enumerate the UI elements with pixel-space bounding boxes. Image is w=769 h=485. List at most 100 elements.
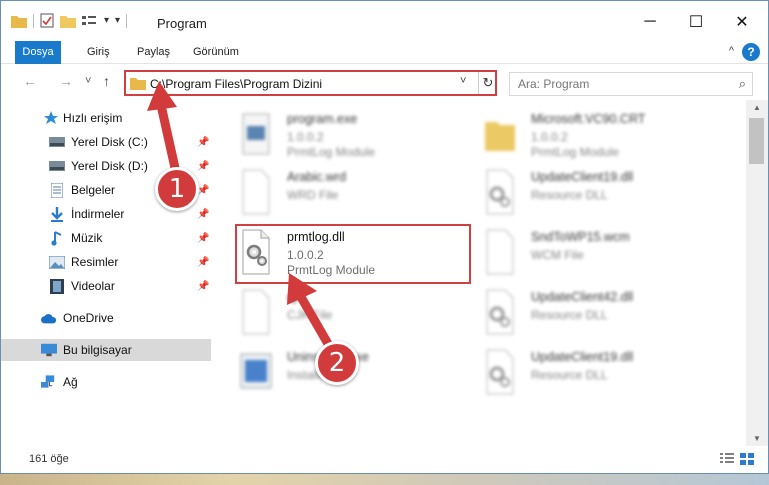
tab-dosya[interactable]: Dosya (15, 41, 61, 64)
help-icon[interactable]: ? (742, 43, 760, 61)
sidebar-item-label: Yerel Disk (C:) (71, 135, 148, 149)
refresh-button[interactable]: ↻ (478, 72, 497, 94)
toolbar-separator (33, 13, 34, 28)
file-item[interactable]: UpdateClient19.dll Resource DLL (481, 346, 721, 400)
blank-file-icon (242, 289, 270, 335)
new-folder-icon[interactable] (60, 14, 76, 28)
blank-file-icon (242, 169, 270, 215)
sidebar-item-local-disk-c[interactable]: Yerel Disk (C:) 📌 (1, 131, 211, 153)
tab-paylas[interactable]: Paylaş (127, 41, 180, 64)
videos-icon (49, 278, 65, 294)
dll-icon (486, 169, 514, 215)
forward-button[interactable]: → (59, 73, 73, 89)
quick-access-caret-icon[interactable]: ▾ (115, 15, 120, 26)
scroll-down-icon[interactable]: ▼ (746, 434, 768, 443)
search-input[interactable]: Ara: Program ⌕ (509, 72, 753, 96)
file-name: UpdateClient19.dll (531, 170, 634, 184)
minimize-button[interactable]: ─ (627, 9, 673, 35)
sidebar-item-quick-access[interactable]: Hızlı erişim (1, 107, 211, 129)
file-item[interactable]: cjk CJK File (237, 286, 477, 340)
file-item[interactable]: UpdateClient42.dll Resource DLL (481, 286, 721, 340)
dll-icon (486, 289, 514, 335)
pictures-icon (49, 254, 65, 270)
close-button[interactable]: ✕ (719, 9, 765, 35)
file-item[interactable]: Microsoft.VC90.CRT 1.0.0.2 PrmtLog Modul… (481, 108, 721, 162)
file-detail: WRD File (287, 188, 339, 202)
file-detail: WCM File (531, 248, 584, 262)
sidebar-item-onedrive[interactable]: OneDrive (1, 307, 211, 329)
file-detail: Resource DLL (531, 368, 608, 382)
file-detail: 1.0.0.2 (287, 130, 324, 144)
file-name: program.exe (287, 112, 358, 126)
back-button[interactable]: ← (23, 73, 37, 89)
file-detail: Resource DLL (531, 188, 608, 202)
up-button[interactable]: ↑ (103, 73, 110, 89)
sidebar-item-label: Müzik (71, 231, 103, 245)
file-name: UpdateClient42.dll (531, 290, 634, 304)
customize-dropdown-icon[interactable]: ▾ (104, 15, 109, 26)
file-item[interactable]: UpdateClient19.dll Resource DLL (481, 166, 721, 220)
item-count: 161 öğe (29, 453, 69, 465)
title-bar: ▾ ▾ Program ─ ☐ ✕ (1, 1, 768, 41)
download-icon (49, 206, 65, 222)
folder-icon (130, 78, 146, 90)
view-options-icon[interactable] (82, 14, 98, 28)
sidebar-item-label: Resimler (71, 255, 119, 269)
sidebar-item-label: Videolar (71, 279, 115, 293)
onedrive-icon (41, 310, 57, 326)
scroll-up-icon[interactable]: ▲ (746, 103, 768, 112)
sidebar-item-ag[interactable]: Ağ (1, 371, 211, 393)
window-title: Program (157, 16, 207, 31)
blank-file-icon (486, 229, 514, 275)
recent-locations-icon[interactable]: ˅ (85, 75, 91, 87)
pin-icon[interactable]: 📌 (197, 281, 209, 292)
address-path[interactable]: C:\Program Files\Program Dizini (150, 77, 322, 91)
toolbar-separator (126, 13, 128, 28)
sidebar-item-label: Hızlı erişim (63, 111, 123, 125)
details-view-icon[interactable] (720, 453, 734, 465)
pin-icon[interactable]: 📌 (197, 209, 209, 220)
properties-icon[interactable] (40, 13, 54, 28)
collapse-ribbon-icon[interactable]: ^ (729, 45, 734, 57)
network-icon (41, 374, 57, 390)
folder-icon (11, 15, 27, 28)
pin-icon[interactable]: 📌 (197, 233, 209, 244)
pin-icon[interactable]: 📌 (197, 137, 209, 148)
explorer-window: ▾ ▾ Program ─ ☐ ✕ Dosya Giriş Paylaş Gör… (0, 0, 769, 474)
desktop-background-strip (0, 474, 769, 485)
file-item[interactable]: Arabic.wrd WRD File (237, 166, 477, 220)
address-bar[interactable]: C:\Program Files\Program Dizini ˅ ↻ (124, 70, 497, 96)
tab-giris[interactable]: Giriş (77, 41, 120, 64)
sidebar-item-label: OneDrive (63, 311, 114, 325)
maximize-button[interactable]: ☐ (673, 9, 719, 35)
sidebar-item-bu-bilgisayar[interactable]: Bu bilgisayar (1, 339, 211, 361)
pin-icon[interactable]: 📌 (197, 161, 209, 172)
pin-icon[interactable]: 📌 (197, 257, 209, 268)
computer-icon (41, 342, 57, 358)
documents-icon (49, 182, 65, 198)
sidebar-item-videolar[interactable]: Videolar 📌 (1, 275, 211, 297)
navigation-bar: ← → ˅ ↑ C:\Program Files\Program Dizini … (1, 64, 768, 100)
drive-icon (49, 158, 65, 174)
file-name: Microsoft.VC90.CRT (531, 112, 646, 126)
search-icon[interactable]: ⌕ (739, 76, 746, 92)
scroll-thumb[interactable] (749, 118, 764, 164)
file-name: SndToWP15.wcm (531, 230, 630, 244)
file-item[interactable]: program.exe 1.0.0.2 PrmtLog Module (237, 108, 477, 162)
sidebar-item-label: Bu bilgisayar (63, 343, 132, 357)
tab-gorunum[interactable]: Görünüm (183, 41, 249, 64)
address-dropdown-icon[interactable]: ˅ (460, 75, 466, 87)
sidebar-item-resimler[interactable]: Resimler 📌 (1, 251, 211, 273)
vertical-scrollbar[interactable]: ▲ ▼ (746, 100, 768, 446)
file-detail: PrmtLog Module (287, 145, 376, 159)
search-placeholder: Ara: Program (518, 77, 590, 91)
drive-icon (49, 134, 65, 150)
sidebar-item-label: Ağ (63, 375, 78, 389)
status-bar: 161 öğe (1, 446, 768, 473)
file-item[interactable]: SndToWP15.wcm WCM File (481, 226, 721, 280)
installer-icon (240, 353, 272, 389)
sidebar-item-label: Belgeler (71, 183, 116, 197)
exe-icon (242, 113, 270, 155)
tiles-view-icon[interactable] (740, 453, 754, 465)
sidebar-item-muzik[interactable]: Müzik 📌 (1, 227, 211, 249)
